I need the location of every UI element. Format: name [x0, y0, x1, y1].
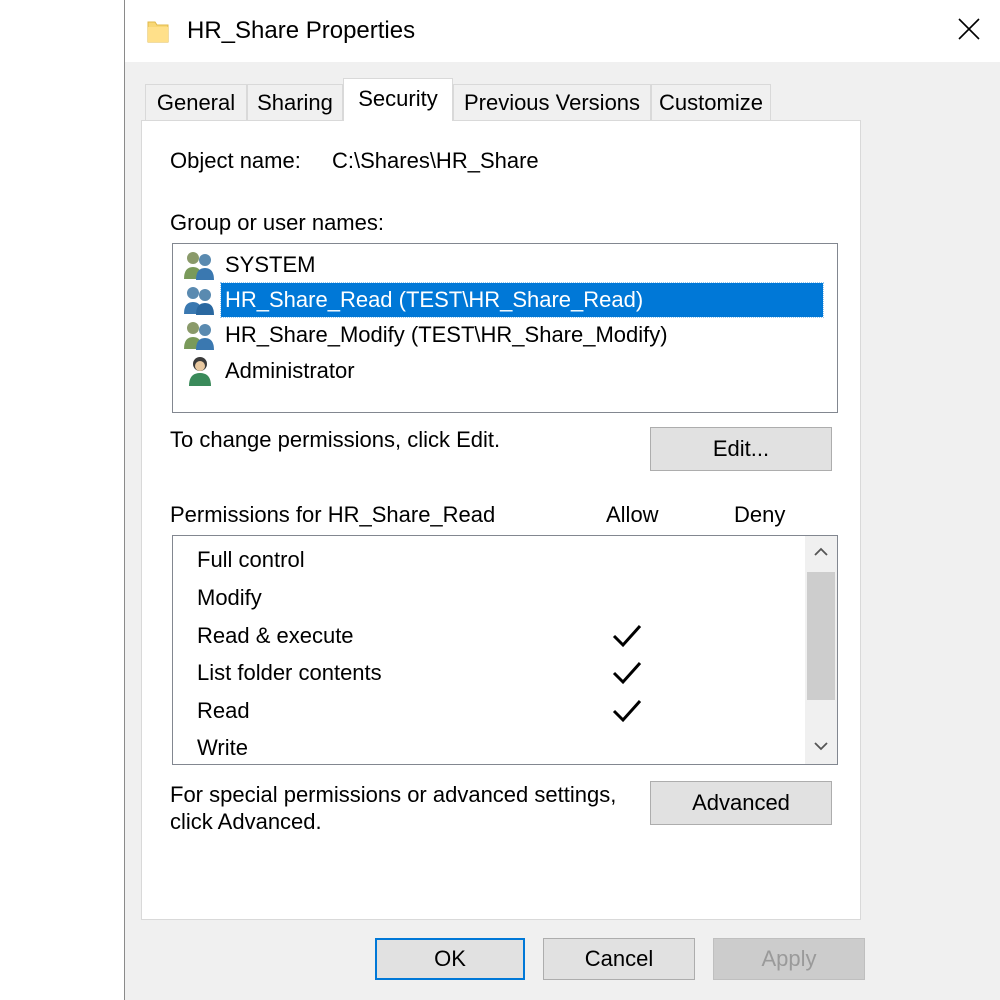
properties-dialog: HR_Share Properties General Sharing Secu… — [124, 0, 1000, 1000]
window-title: HR_Share Properties — [187, 17, 416, 44]
folder-icon — [147, 18, 169, 44]
user-item-administrator[interactable]: Administrator — [183, 354, 359, 388]
object-name-label: Object name: — [170, 148, 301, 173]
tab-sharing[interactable]: Sharing — [247, 84, 343, 120]
user-icon — [183, 355, 217, 387]
tab-previous-versions[interactable]: Previous Versions — [453, 84, 651, 120]
allow-check-icon — [611, 697, 643, 725]
advanced-text-line1: For special permissions or advanced sett… — [170, 782, 617, 807]
permissions-list[interactable]: Full control Modify Read & execute List … — [172, 535, 838, 765]
advanced-text-line2: click Advanced. — [170, 809, 322, 834]
allow-check-icon — [611, 622, 643, 650]
permission-name: Full control — [197, 547, 305, 572]
chevron-down-icon — [813, 738, 829, 756]
allow-check-icon — [611, 659, 643, 687]
group-icon — [183, 249, 217, 281]
group-or-user-names-label: Group or user names: — [170, 210, 384, 235]
tab-security[interactable]: Security — [343, 78, 453, 121]
permissions-scrollbar[interactable] — [805, 536, 837, 764]
close-button[interactable] — [937, 0, 1000, 62]
ok-button[interactable]: OK — [375, 938, 525, 980]
group-icon — [183, 284, 217, 316]
permission-row-full-control: Full control — [197, 542, 797, 578]
close-icon — [957, 17, 981, 46]
user-item-system[interactable]: SYSTEM — [183, 248, 319, 282]
user-name: SYSTEM — [225, 252, 316, 277]
scroll-down-button[interactable] — [805, 730, 837, 764]
cancel-button[interactable]: Cancel — [543, 938, 695, 980]
chevron-up-icon — [813, 544, 829, 562]
apply-button[interactable]: Apply — [713, 938, 865, 980]
object-name-value: C:\Shares\HR_Share — [332, 148, 539, 173]
advanced-button[interactable]: Advanced — [650, 781, 832, 825]
permission-name: List folder contents — [197, 660, 382, 685]
group-icon — [183, 319, 217, 351]
user-list[interactable]: SYSTEM HR_Share_Read (TEST\HR_Share_Read… — [172, 243, 838, 413]
permission-row-list-folder-contents: List folder contents — [197, 655, 797, 691]
deny-column-header: Deny — [734, 502, 786, 527]
permission-name: Modify — [197, 585, 262, 610]
edit-button[interactable]: Edit... — [650, 427, 832, 471]
allow-column-header: Allow — [606, 502, 659, 527]
tab-customize[interactable]: Customize — [651, 84, 771, 120]
permission-row-read-execute: Read & execute — [197, 618, 797, 654]
user-name: HR_Share_Read (TEST\HR_Share_Read) — [219, 282, 825, 318]
tab-general[interactable]: General — [145, 84, 247, 120]
scroll-up-button[interactable] — [805, 536, 837, 570]
user-name: Administrator — [225, 358, 355, 383]
user-name: HR_Share_Modify (TEST\HR_Share_Modify) — [225, 322, 668, 347]
permissions-header: Permissions for HR_Share_Read — [170, 502, 496, 527]
title-bar: HR_Share Properties — [125, 0, 1000, 62]
user-item-hr-share-modify[interactable]: HR_Share_Modify (TEST\HR_Share_Modify) — [183, 318, 672, 352]
security-tab-panel: Object name: C:\Shares\HR_Share Group or… — [141, 120, 861, 920]
permission-row-write: Write — [197, 730, 797, 764]
change-permissions-text: To change permissions, click Edit. — [170, 427, 501, 452]
permission-name: Read — [197, 698, 250, 723]
user-item-hr-share-read[interactable]: HR_Share_Read (TEST\HR_Share_Read) — [183, 282, 825, 318]
permission-row-read: Read — [197, 693, 797, 729]
permission-row-modify: Modify — [197, 580, 797, 616]
permission-name: Write — [197, 735, 248, 760]
scroll-thumb[interactable] — [807, 572, 835, 700]
permission-name: Read & execute — [197, 623, 354, 648]
